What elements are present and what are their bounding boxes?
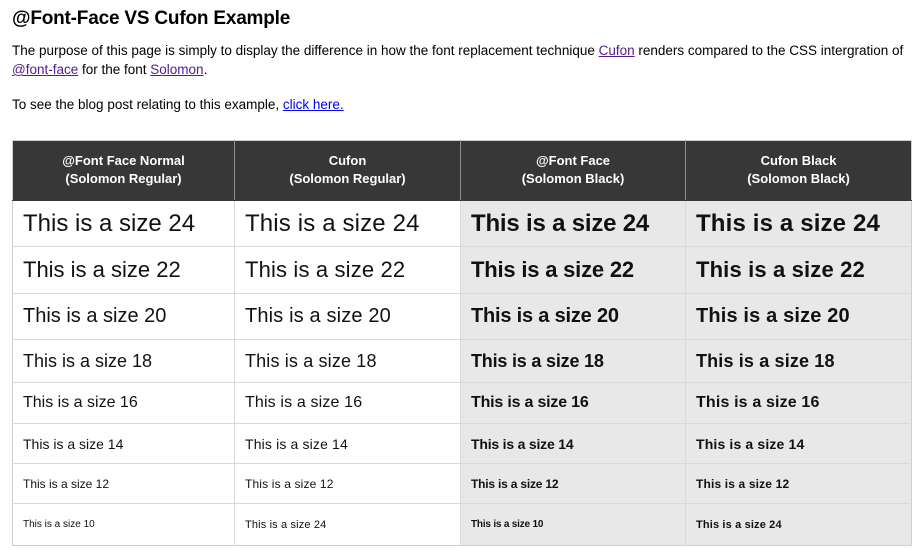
sample-cell-cufon-normal: This is a size 14 bbox=[234, 423, 461, 464]
sample-cell-fontface-normal: This is a size 24 bbox=[12, 200, 235, 247]
sample-cell-cufon-black: This is a size 20 bbox=[685, 293, 912, 340]
sample-cell-cufon-black: This is a size 18 bbox=[685, 339, 912, 383]
sample-cell-fontface-black: This is a size 12 bbox=[460, 463, 686, 504]
column-header-line-2: (Solomon Black) bbox=[521, 171, 625, 186]
sample-cell-cufon-normal: This is a size 18 bbox=[234, 339, 461, 383]
intro-text-segment: for the font bbox=[78, 62, 151, 77]
sample-cell-cufon-normal: This is a size 22 bbox=[234, 246, 461, 294]
table-header-row: @Font Face Normal (Solomon Regular) Cufo… bbox=[12, 140, 912, 201]
column-header-line-1: @Font Face bbox=[535, 153, 611, 168]
sample-cell-cufon-normal: This is a size 24 bbox=[234, 503, 461, 546]
font-face-link[interactable]: @font-face bbox=[12, 62, 78, 77]
sample-cell-fontface-black: This is a size 20 bbox=[460, 293, 686, 340]
column-header-line-1: @Font Face Normal bbox=[62, 153, 185, 168]
column-header-line-2: (Solomon Regular) bbox=[65, 171, 182, 186]
table-row: This is a size 22 This is a size 22 This… bbox=[12, 246, 912, 294]
font-comparison-table: @Font Face Normal (Solomon Regular) Cufo… bbox=[12, 140, 912, 546]
sample-cell-fontface-normal: This is a size 18 bbox=[12, 339, 235, 383]
comparison-table-wrapper: @Font Face Normal (Solomon Regular) Cufo… bbox=[12, 140, 912, 546]
column-header-font-face-black: @Font Face (Solomon Black) bbox=[460, 140, 686, 201]
sample-cell-fontface-black: This is a size 14 bbox=[460, 423, 686, 464]
sample-cell-cufon-black: This is a size 12 bbox=[685, 463, 912, 504]
solomon-link[interactable]: Solomon bbox=[150, 62, 203, 77]
sample-cell-fontface-normal: This is a size 22 bbox=[12, 246, 235, 294]
blog-post-link[interactable]: click here. bbox=[283, 97, 344, 112]
table-row: This is a size 10 This is a size 24 This… bbox=[12, 503, 912, 546]
page-title: @Font-Face VS Cufon Example bbox=[12, 8, 291, 29]
table-row: This is a size 18 This is a size 18 This… bbox=[12, 339, 912, 383]
sample-cell-fontface-normal: This is a size 12 bbox=[12, 463, 235, 504]
column-header-font-face-normal: @Font Face Normal (Solomon Regular) bbox=[12, 140, 235, 201]
sample-cell-fontface-normal: This is a size 20 bbox=[12, 293, 235, 340]
table-row: This is a size 16 This is a size 16 This… bbox=[12, 382, 912, 424]
table-row: This is a size 14 This is a size 14 This… bbox=[12, 423, 912, 464]
table-row: This is a size 20 This is a size 20 This… bbox=[12, 293, 912, 340]
sample-cell-cufon-normal: This is a size 16 bbox=[234, 382, 461, 424]
intro-text-segment: . bbox=[203, 62, 208, 77]
sample-cell-fontface-black: This is a size 24 bbox=[460, 200, 686, 247]
cufon-link[interactable]: Cufon bbox=[599, 43, 635, 58]
sample-cell-cufon-black: This is a size 22 bbox=[685, 246, 912, 294]
sample-cell-cufon-black: This is a size 16 bbox=[685, 382, 912, 424]
intro-text-segment: renders compared to the CSS intergration… bbox=[634, 43, 904, 58]
column-header-line-1: Cufon bbox=[328, 153, 367, 168]
column-header-cufon: Cufon (Solomon Regular) bbox=[234, 140, 461, 201]
table-header: @Font Face Normal (Solomon Regular) Cufo… bbox=[12, 140, 912, 201]
sample-cell-fontface-normal: This is a size 16 bbox=[12, 382, 235, 424]
table-row: This is a size 24 This is a size 24 This… bbox=[12, 200, 912, 247]
column-header-cufon-black: Cufon Black (Solomon Black) bbox=[685, 140, 912, 201]
sample-cell-cufon-black: This is a size 24 bbox=[685, 200, 912, 247]
sample-cell-cufon-normal: This is a size 24 bbox=[234, 200, 461, 247]
sample-cell-fontface-black: This is a size 16 bbox=[460, 382, 686, 424]
table-body: This is a size 24 This is a size 24 This… bbox=[12, 200, 912, 546]
table-row: This is a size 12 This is a size 12 This… bbox=[12, 463, 912, 504]
column-header-line-1: Cufon Black bbox=[760, 153, 837, 168]
sample-cell-fontface-normal: This is a size 10 bbox=[12, 503, 235, 546]
sample-cell-cufon-black: This is a size 24 bbox=[685, 503, 912, 546]
page-root: @Font-Face VS Cufon Example The purpose … bbox=[0, 0, 921, 548]
sample-cell-cufon-normal: This is a size 20 bbox=[234, 293, 461, 340]
sample-cell-fontface-black: This is a size 18 bbox=[460, 339, 686, 383]
sample-cell-fontface-black: This is a size 22 bbox=[460, 246, 686, 294]
intro-paragraph-1: The purpose of this page is simply to di… bbox=[12, 41, 911, 79]
sample-cell-cufon-normal: This is a size 12 bbox=[234, 463, 461, 504]
sample-cell-fontface-black: This is a size 10 bbox=[460, 503, 686, 546]
intro-paragraph-2: To see the blog post relating to this ex… bbox=[12, 95, 911, 114]
intro-text-segment: To see the blog post relating to this ex… bbox=[12, 97, 283, 112]
sample-cell-cufon-black: This is a size 14 bbox=[685, 423, 912, 464]
sample-cell-fontface-normal: This is a size 14 bbox=[12, 423, 235, 464]
column-header-line-2: (Solomon Black) bbox=[747, 171, 850, 186]
column-header-line-2: (Solomon Regular) bbox=[289, 171, 406, 186]
intro-text-segment: The purpose of this page is simply to di… bbox=[12, 43, 599, 58]
